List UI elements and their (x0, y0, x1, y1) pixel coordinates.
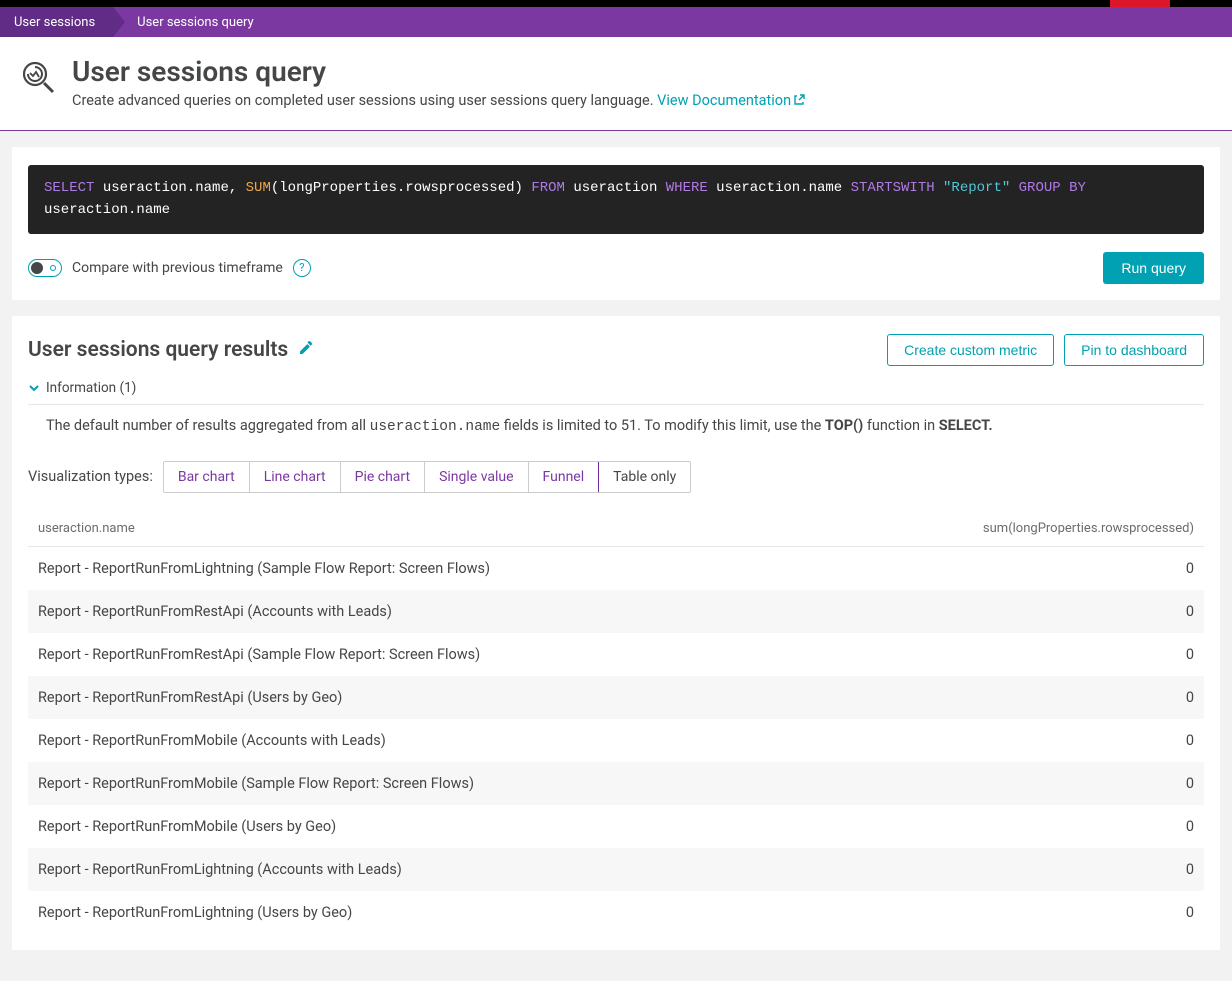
information-label: Information (1) (46, 380, 136, 396)
breadcrumb-user-sessions[interactable]: User sessions (0, 7, 113, 37)
breadcrumb-user-sessions-query[interactable]: User sessions query (113, 7, 272, 37)
cell-sum-value: 0 (818, 546, 1204, 590)
table-header-row: useraction.name sum(longProperties.rowsp… (28, 511, 1204, 547)
cell-sum-value: 0 (818, 891, 1204, 934)
compare-timeframe-label: Compare with previous timeframe (72, 260, 283, 276)
information-expander[interactable]: Information (1) (28, 380, 1204, 405)
cell-sum-value: 0 (818, 676, 1204, 719)
query-input[interactable]: SELECT useraction.name, SUM(longProperti… (28, 165, 1204, 234)
results-table: useraction.name sum(longProperties.rowsp… (28, 511, 1204, 934)
cell-useraction-name: Report - ReportRunFromLightning (Users b… (28, 891, 818, 934)
viz-tabs: Bar chartLine chartPie chartSingle value… (163, 461, 691, 493)
cell-sum-value: 0 (818, 848, 1204, 891)
table-row[interactable]: Report - ReportRunFromRestApi (Accounts … (28, 590, 1204, 633)
query-editor-card: SELECT useraction.name, SUM(longProperti… (12, 147, 1220, 300)
table-row[interactable]: Report - ReportRunFromLightning (Account… (28, 848, 1204, 891)
create-custom-metric-button[interactable]: Create custom metric (887, 334, 1054, 366)
cell-sum-value: 0 (818, 719, 1204, 762)
col-useraction-name[interactable]: useraction.name (28, 511, 818, 547)
viz-tab-single-value[interactable]: Single value (425, 462, 528, 492)
table-row[interactable]: Report - ReportRunFromMobile (Accounts w… (28, 719, 1204, 762)
cell-sum-value: 0 (818, 762, 1204, 805)
run-query-button[interactable]: Run query (1103, 252, 1204, 284)
view-documentation-link[interactable]: View Documentation (657, 92, 805, 109)
cell-sum-value: 0 (818, 805, 1204, 848)
compare-timeframe-toggle[interactable] (28, 259, 62, 277)
table-row[interactable]: Report - ReportRunFromLightning (Sample … (28, 546, 1204, 590)
cell-sum-value: 0 (818, 633, 1204, 676)
viz-tab-pie-chart[interactable]: Pie chart (341, 462, 425, 492)
cell-useraction-name: Report - ReportRunFromRestApi (Users by … (28, 676, 818, 719)
cell-useraction-name: Report - ReportRunFromRestApi (Accounts … (28, 590, 818, 633)
col-sum-rowsprocessed[interactable]: sum(longProperties.rowsprocessed) (818, 511, 1204, 547)
pin-to-dashboard-button[interactable]: Pin to dashboard (1064, 334, 1204, 366)
cell-useraction-name: Report - ReportRunFromLightning (Account… (28, 848, 818, 891)
query-magnifier-icon (20, 59, 56, 99)
viz-tab-funnel[interactable]: Funnel (529, 462, 600, 492)
cell-sum-value: 0 (818, 590, 1204, 633)
cell-useraction-name: Report - ReportRunFromRestApi (Sample Fl… (28, 633, 818, 676)
help-icon[interactable]: ? (293, 259, 311, 277)
results-title: User sessions query results (28, 338, 288, 362)
information-message: The default number of results aggregated… (46, 417, 1204, 435)
table-row[interactable]: Report - ReportRunFromLightning (Users b… (28, 891, 1204, 934)
table-row[interactable]: Report - ReportRunFromRestApi (Sample Fl… (28, 633, 1204, 676)
table-row[interactable]: Report - ReportRunFromRestApi (Users by … (28, 676, 1204, 719)
page-subtitle: Create advanced queries on completed use… (72, 92, 805, 110)
page-header: User sessions query Create advanced quer… (0, 37, 1232, 131)
table-row[interactable]: Report - ReportRunFromMobile (Sample Flo… (28, 762, 1204, 805)
edit-title-icon[interactable] (298, 340, 314, 360)
chevron-down-icon (28, 382, 40, 394)
external-link-icon (793, 93, 805, 110)
viz-types-label: Visualization types: (28, 468, 153, 485)
cell-useraction-name: Report - ReportRunFromMobile (Users by G… (28, 805, 818, 848)
viz-tab-table-only[interactable]: Table only (598, 461, 691, 493)
breadcrumb: User sessions User sessions query (0, 7, 1232, 37)
results-card: User sessions query results Create custo… (12, 316, 1220, 950)
cell-useraction-name: Report - ReportRunFromMobile (Accounts w… (28, 719, 818, 762)
viz-tab-line-chart[interactable]: Line chart (250, 462, 341, 492)
viz-tab-bar-chart[interactable]: Bar chart (164, 462, 250, 492)
table-row[interactable]: Report - ReportRunFromMobile (Users by G… (28, 805, 1204, 848)
cell-useraction-name: Report - ReportRunFromLightning (Sample … (28, 546, 818, 590)
top-accent-bar (0, 0, 1232, 7)
page-title: User sessions query (72, 55, 805, 88)
cell-useraction-name: Report - ReportRunFromMobile (Sample Flo… (28, 762, 818, 805)
